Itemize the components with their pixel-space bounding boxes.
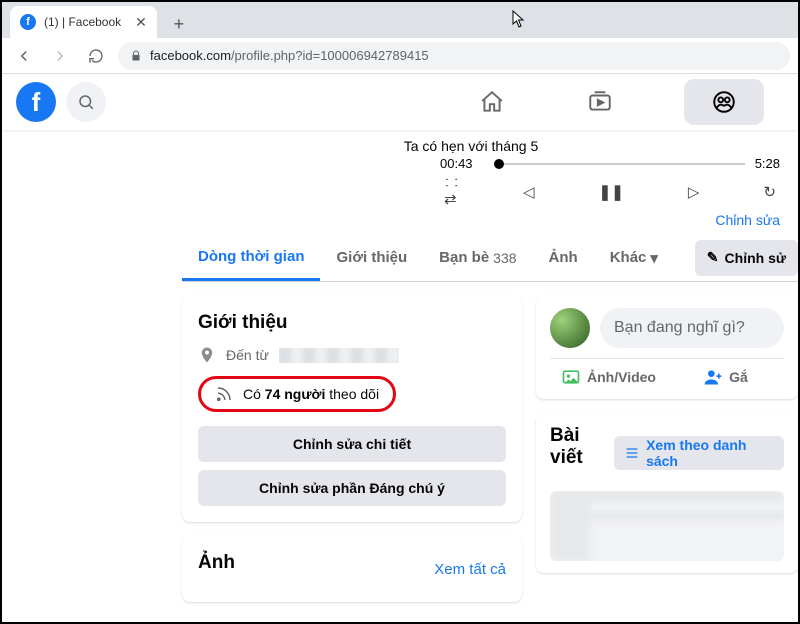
edit-featured-button[interactable]: Chỉnh sửa phần Đáng chú ý	[198, 470, 506, 506]
back-button[interactable]	[10, 42, 38, 70]
browser-toolbar: facebook.com/profile.php?id=100006942789…	[2, 38, 798, 74]
browser-tab[interactable]: f (1) | Facebook ✕	[10, 6, 157, 38]
tab-friends[interactable]: Bạn bè 338	[423, 234, 532, 281]
mouse-cursor	[512, 10, 526, 28]
composer-card: Bạn đang nghĩ gì? Ảnh/Video Gắ	[536, 296, 798, 399]
pencil-icon: ✎	[707, 249, 719, 266]
edit-profile-button[interactable]: ✎ Chỉnh sử	[695, 240, 798, 276]
location-pin-icon	[198, 346, 216, 364]
tab-timeline[interactable]: Dòng thời gian	[182, 234, 320, 281]
search-button[interactable]	[66, 82, 106, 122]
prev-icon[interactable]: ◁	[523, 183, 535, 201]
tag-person-icon	[703, 367, 723, 387]
track-title: Ta có hẹn với tháng 5	[404, 138, 539, 154]
intro-card: Giới thiệu Đến từ Có 74 người theo dõi C…	[182, 296, 522, 522]
from-label: Đến từ	[226, 347, 269, 363]
profile-tabs: Dòng thời gian Giới thiệu Bạn bè 338 Ảnh…	[182, 234, 798, 282]
pause-icon[interactable]: ❚❚	[599, 183, 624, 201]
see-all-photos-link[interactable]: Xem tất cả	[434, 561, 506, 578]
next-icon[interactable]: ▷	[688, 183, 700, 201]
edit-track-link[interactable]: Chỉnh sửa	[715, 212, 780, 228]
repeat-icon[interactable]: ↻	[763, 183, 776, 201]
avatar[interactable]	[550, 308, 590, 348]
from-value-redacted	[279, 348, 399, 363]
url-text: facebook.com/profile.php?id=100006942789…	[150, 48, 429, 63]
followers-highlight[interactable]: Có 74 người theo dõi	[198, 376, 396, 412]
home-nav-icon[interactable]	[468, 78, 516, 126]
post-content-blurred	[550, 491, 784, 561]
photos-card: Ảnh Xem tất cả	[182, 536, 522, 602]
address-bar[interactable]: facebook.com/profile.php?id=100006942789…	[118, 42, 790, 70]
followers-icon	[215, 385, 233, 403]
track-progress[interactable]	[499, 163, 745, 165]
new-tab-button[interactable]: +	[165, 10, 193, 38]
track-current-time: 00:43	[440, 156, 473, 171]
intro-heading: Giới thiệu	[198, 312, 506, 334]
edit-details-button[interactable]: Chỉnh sửa chi tiết	[198, 426, 506, 462]
tab-title: (1) | Facebook	[44, 15, 121, 29]
tab-photos[interactable]: Ảnh	[533, 234, 594, 281]
media-player: Ta có hẹn với tháng 5 00:43 5:28 ⇄ ◁ ❚❚ …	[2, 130, 798, 234]
reload-button[interactable]	[82, 42, 110, 70]
browser-tab-bar: f (1) | Facebook ✕ +	[2, 2, 798, 38]
facebook-logo[interactable]: f	[16, 82, 56, 122]
composer-photo-video[interactable]: Ảnh/Video	[550, 367, 667, 387]
photos-heading: Ảnh	[198, 552, 235, 574]
facebook-navbar: f	[2, 74, 798, 130]
posts-heading: Bài viết	[550, 425, 614, 469]
chevron-down-icon: ▾	[650, 249, 658, 267]
view-as-list-button[interactable]: Xem theo danh sách	[614, 436, 784, 470]
intro-from-row: Đến từ	[198, 346, 506, 364]
tab-more[interactable]: Khác ▾	[594, 234, 674, 281]
followers-text: Có 74 người theo dõi	[243, 386, 379, 402]
composer-tag[interactable]: Gắ	[667, 367, 784, 387]
facebook-favicon: f	[20, 14, 36, 30]
close-tab-icon[interactable]: ✕	[135, 14, 147, 31]
watch-nav-icon[interactable]	[576, 78, 624, 126]
tab-about[interactable]: Giới thiệu	[320, 234, 423, 281]
forward-button[interactable]	[46, 42, 74, 70]
shuffle-icon[interactable]: ⇄	[444, 175, 459, 208]
lock-icon	[130, 50, 142, 62]
track-total-time: 5:28	[755, 156, 780, 171]
photo-icon	[561, 367, 581, 387]
composer-prompt[interactable]: Bạn đang nghĩ gì?	[600, 308, 784, 348]
list-icon	[624, 445, 640, 461]
posts-card: Bài viết Xem theo danh sách	[536, 413, 798, 573]
groups-nav-icon[interactable]	[684, 79, 764, 125]
